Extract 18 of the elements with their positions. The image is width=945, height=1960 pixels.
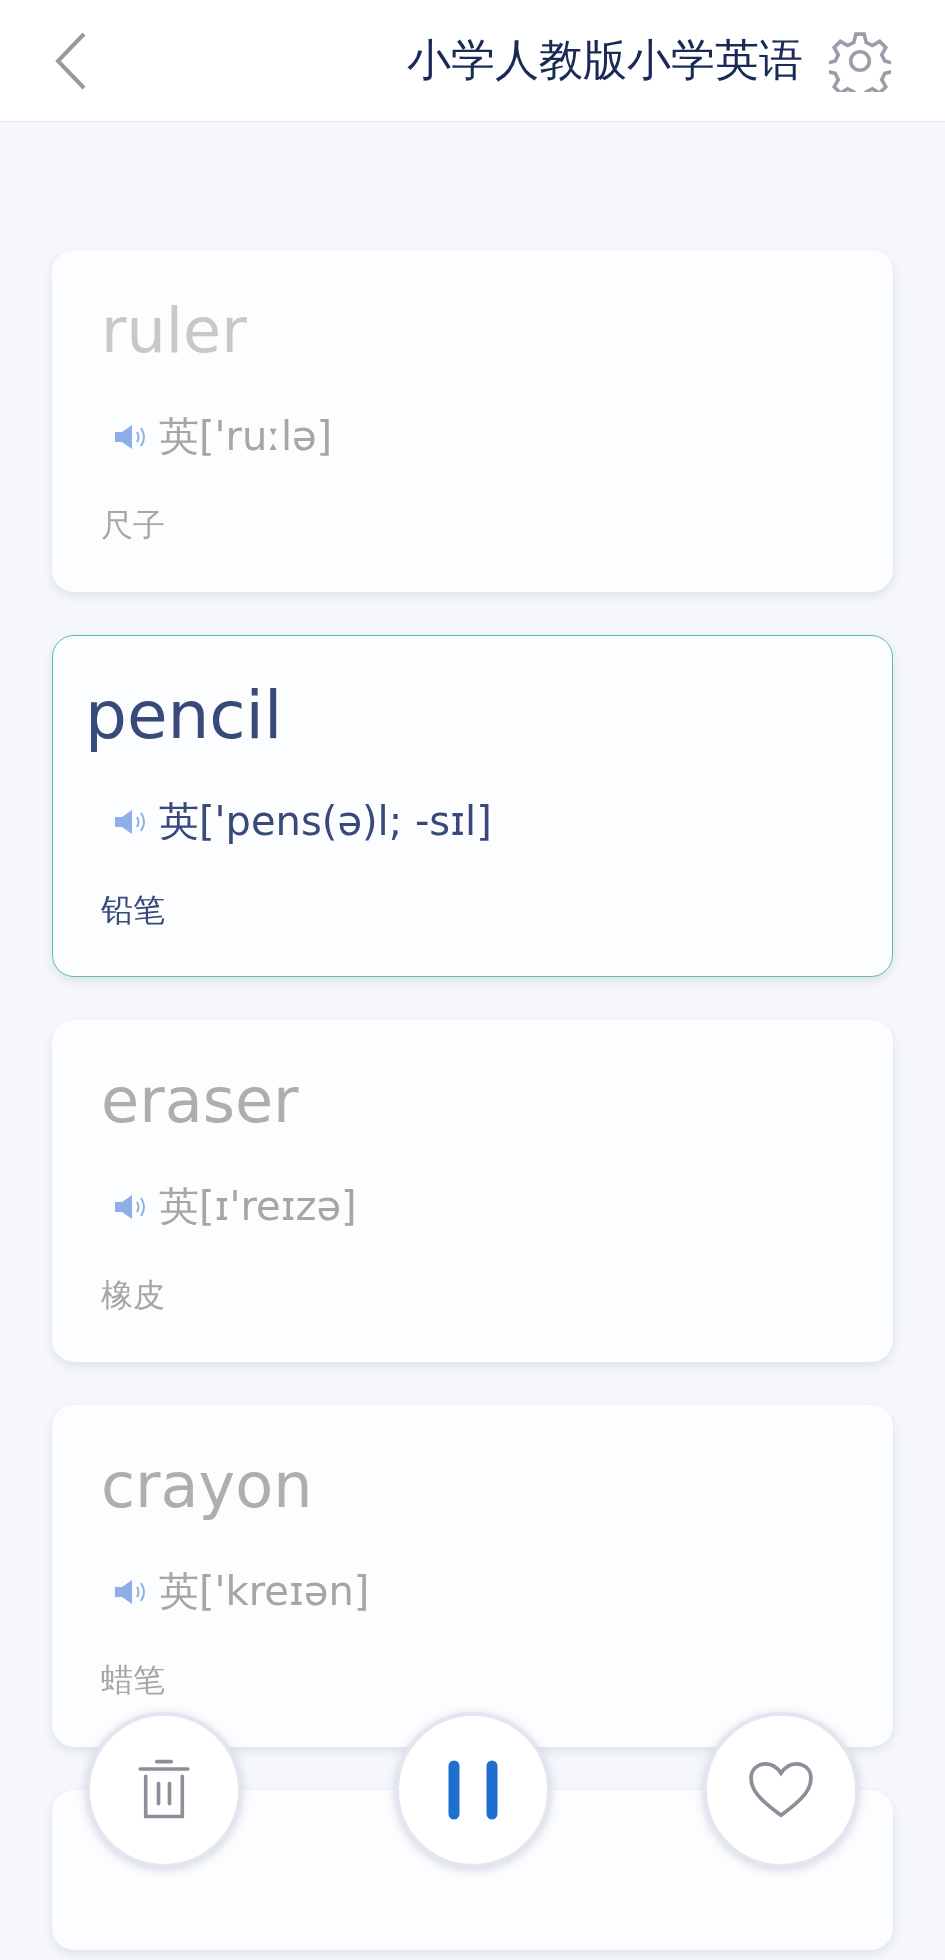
phonetic-text: 英['pens(ə)l; -sɪl] [159, 797, 492, 846]
phonetic-text: 英[ɪ'reɪzə] [159, 1182, 357, 1231]
word-text: pencil [85, 676, 283, 756]
settings-icon[interactable] [829, 29, 891, 92]
word-text: eraser [101, 1063, 299, 1139]
meaning-text: 铅笔 [101, 890, 165, 931]
phonetic-text: 英['ruːlə] [159, 412, 333, 461]
heart-icon [748, 1761, 814, 1819]
word-text: crayon [101, 1448, 313, 1524]
word-card[interactable]: eraser 英[ɪ'reɪzə] 橡皮 [52, 1020, 893, 1362]
back-icon[interactable] [54, 30, 88, 91]
page-title: 小学人教版小学英语 [407, 33, 803, 87]
meaning-text: 尺子 [101, 505, 165, 546]
word-card[interactable]: pencil 英['pens(ə)l; -sɪl] 铅笔 [52, 635, 893, 977]
word-card[interactable]: crayon 英['kreɪən] 蜡笔 [52, 1405, 893, 1747]
meaning-text: 橡皮 [101, 1275, 165, 1316]
meaning-text: 蜡笔 [101, 1660, 165, 1701]
phonetic-text: 英['kreɪən] [159, 1567, 370, 1616]
